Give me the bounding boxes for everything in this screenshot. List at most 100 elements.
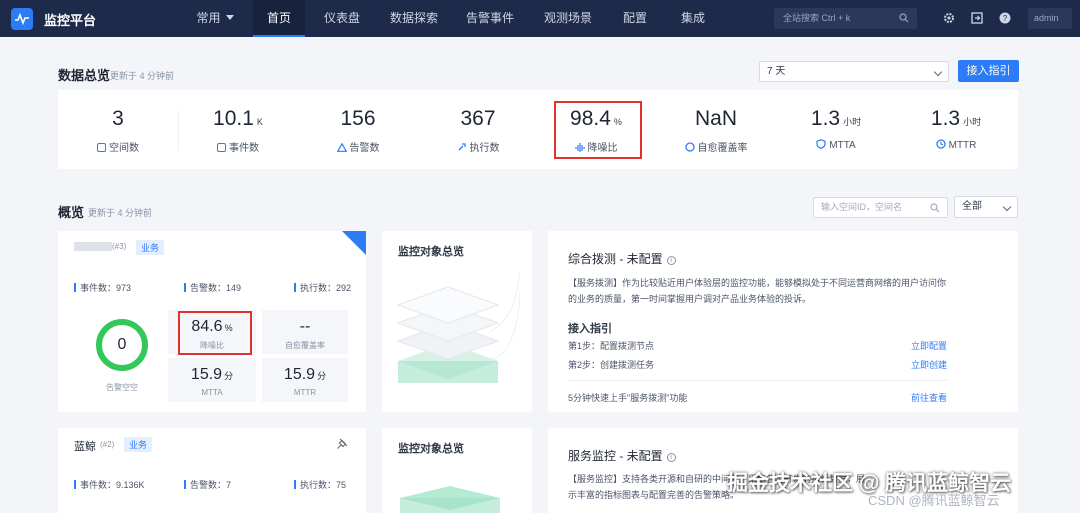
calendar-icon: [217, 143, 226, 152]
mttr-box: 15.9 分 MTTR: [262, 358, 348, 402]
space-search-input[interactable]: 输入空间ID，空间名: [813, 197, 948, 218]
stat-label: 事件数: [178, 139, 298, 154]
stat-spaces[interactable]: 3 空间数: [58, 90, 178, 169]
stat-mttr[interactable]: 1.3 小时 MTTR: [896, 90, 1016, 169]
stat-executions[interactable]: 367 执行数: [418, 90, 538, 169]
blurred-space-name: [74, 242, 112, 251]
stat-value: NaN: [694, 107, 737, 130]
global-search-input[interactable]: 全站搜索 Ctrl + k: [774, 8, 917, 29]
space-id: (#3): [112, 242, 127, 251]
space-filter-select[interactable]: 全部: [954, 196, 1018, 218]
highlight-annotation-box: [178, 311, 252, 355]
guide-button[interactable]: 接入指引: [958, 60, 1019, 82]
mtta-box: 15.9 分 MTTA: [168, 358, 256, 402]
space-tag: 业务: [136, 240, 165, 255]
nav-config[interactable]: 配置: [612, 0, 658, 37]
nav-integration[interactable]: 集成: [670, 0, 716, 37]
stat-alarms[interactable]: 156 告警数: [298, 90, 418, 169]
box-label: 自愈覆盖率: [285, 341, 325, 350]
export-icon[interactable]: [971, 12, 983, 24]
overview-updated: 更新于 4 分钟前: [88, 208, 153, 218]
pin-icon[interactable]: [336, 438, 348, 450]
metric-events: 事件数：9.136K: [74, 478, 145, 491]
panel-status-title: 服务监控 - 未配置 i: [568, 447, 676, 464]
dial-test-panel: 综合拨测 - 未配置 i 【服务拨测】作为比较贴近用户体验层的监控功能，能够模拟处…: [548, 231, 1018, 412]
caret-down-icon: [225, 15, 234, 20]
box-value: --: [299, 318, 311, 335]
self-heal-box: -- 自愈覆盖率: [262, 310, 348, 354]
stat-label: 告警数: [298, 139, 418, 154]
monitor-object-panel: 监控对象总览: [382, 428, 532, 513]
ring-value: 0: [117, 336, 127, 353]
nav-alarm-events[interactable]: 告警事件: [462, 0, 518, 37]
app-title[interactable]: 监控平台: [44, 10, 96, 29]
quick-start-text: 5分钟快速上手"服务拨测"功能: [568, 393, 688, 403]
user-menu[interactable]: admin: [1028, 8, 1072, 29]
stat-label: 执行数: [418, 139, 538, 154]
nav-home[interactable]: 首页: [253, 0, 305, 37]
chevron-down-icon: [1002, 202, 1012, 212]
search-placeholder: 全站搜索 Ctrl + k: [783, 13, 851, 23]
stat-label: MTTR: [896, 139, 1016, 151]
ring-label: 告警空空: [106, 383, 138, 392]
space-id: (#2): [100, 440, 115, 449]
summary-updated: 更新于 4 分钟前: [110, 71, 175, 81]
stat-events[interactable]: 10.1 K 事件数: [178, 90, 298, 169]
corner-badge-icon: [342, 231, 366, 255]
box-value: 15.9 分: [283, 366, 327, 383]
time-range-select[interactable]: 7 天: [759, 61, 949, 82]
stat-value: 156: [340, 107, 376, 130]
space-card[interactable]: 蓝鲸 (#2) 业务 事件数：9.136K 告警数：7 执行数：75: [58, 428, 366, 513]
highlight-annotation-box: [554, 101, 642, 159]
space-name: 蓝鲸: [74, 441, 96, 453]
nav-dashboard[interactable]: 仪表盘: [316, 0, 368, 37]
filter-value: 全部: [962, 201, 982, 212]
summary-title: 数据总览: [58, 68, 111, 83]
stat-value: 1.3 小时: [930, 107, 982, 130]
info-icon[interactable]: i: [666, 256, 676, 265]
guide-title: 接入指引: [568, 323, 612, 335]
layers-illustration: [400, 486, 500, 513]
space-card[interactable]: (#3) 业务 事件数：973 告警数：149 执行数：292 0 告警空空 8…: [58, 231, 366, 412]
metric-executions: 执行数：292: [294, 281, 351, 294]
stat-label: 自愈覆盖率: [656, 139, 776, 154]
stat-mtta[interactable]: 1.3 小时 MTTA: [776, 90, 896, 169]
nav-common[interactable]: 常用: [186, 0, 244, 37]
wrench-icon: [935, 139, 946, 149]
gear-icon[interactable]: [943, 12, 955, 24]
stat-self-heal[interactable]: NaN 自愈覆盖率: [656, 90, 776, 169]
help-icon[interactable]: ?: [999, 12, 1011, 24]
stat-label: 空间数: [58, 139, 178, 154]
configure-link[interactable]: 立即配置: [911, 339, 947, 352]
copy-icon: [97, 143, 106, 152]
space-tag: 业务: [124, 437, 153, 452]
stats-card: 3 空间数 10.1 K 事件数 156 告警数 367 执行数 98.4% 降噪…: [58, 90, 1018, 169]
layers-illustration: [396, 270, 520, 383]
pulse-icon: [15, 13, 29, 25]
metric-alarms: 告警数：7: [184, 478, 231, 491]
warning-icon: [336, 142, 347, 152]
monitor-object-panel: 监控对象总览: [382, 231, 532, 412]
username: admin: [1034, 13, 1059, 23]
shield-icon: [816, 139, 826, 149]
step-1: 第1步：配置拨测节点: [568, 341, 655, 351]
box-label: MTTA: [201, 388, 223, 397]
metric-events: 事件数：973: [74, 281, 131, 294]
overview-title: 概览: [58, 205, 85, 220]
app-logo[interactable]: [11, 8, 33, 30]
chevron-down-icon: [933, 67, 943, 77]
panel-title: 监控对象总览: [398, 443, 464, 455]
run-icon: [458, 143, 466, 151]
stat-value: 367: [460, 107, 496, 130]
info-icon[interactable]: i: [666, 453, 676, 462]
box-value: 15.9 分: [190, 366, 234, 383]
metric-alarms: 告警数：149: [184, 281, 241, 294]
nav-data-explore[interactable]: 数据探索: [386, 0, 442, 37]
step-2: 第2步：创建拨测任务: [568, 360, 655, 370]
panel-title: 监控对象总览: [398, 246, 464, 258]
create-link[interactable]: 立即创建: [911, 358, 947, 371]
time-range-value: 7 天: [767, 66, 786, 77]
view-link[interactable]: 前往查看: [911, 391, 947, 404]
panel-description: 【服务拨测】作为比较贴近用户体验层的监控功能，能够模拟处于不同运营商网络的用户访…: [568, 278, 947, 304]
nav-scenes[interactable]: 观测场景: [540, 0, 596, 37]
